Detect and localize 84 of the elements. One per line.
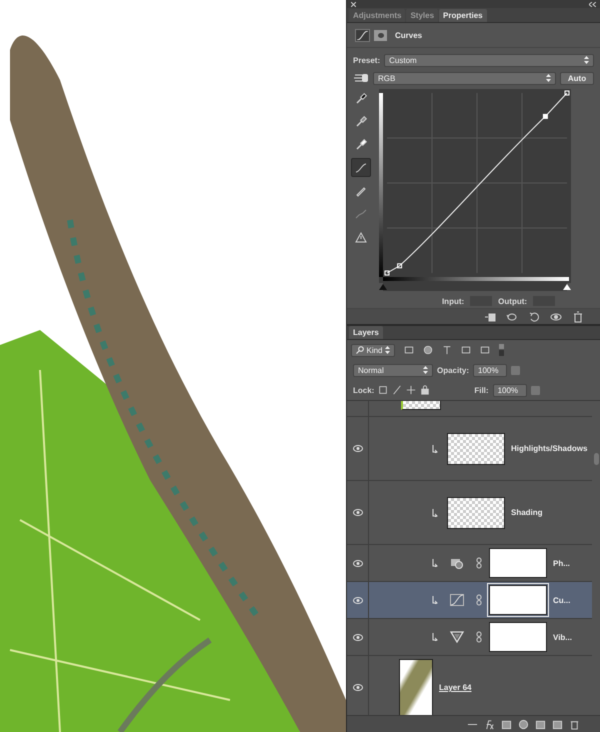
eye-refresh-icon[interactable] xyxy=(506,310,518,322)
output-label: Output: xyxy=(498,296,528,306)
triangle-icon xyxy=(450,631,464,643)
preset-label: Preset: xyxy=(353,56,380,64)
stepper-icon xyxy=(423,366,428,374)
smart-object-icon[interactable] xyxy=(480,345,490,355)
tool-button[interactable] xyxy=(351,158,371,177)
trash-icon[interactable] xyxy=(569,718,580,730)
type-icon[interactable] xyxy=(442,345,452,355)
layer-name[interactable]: Highlights/Shadows xyxy=(511,444,588,453)
brush-icon[interactable] xyxy=(392,385,402,395)
stepper-icon xyxy=(546,74,551,82)
control-point[interactable] xyxy=(542,114,548,119)
fx-icon[interactable] xyxy=(484,718,495,730)
fill-label: Fill: xyxy=(474,386,489,394)
control-point[interactable] xyxy=(564,90,570,96)
preset-dropdown[interactable]: Custom xyxy=(384,54,594,66)
layer-mask-thumbnail[interactable] xyxy=(489,585,547,615)
eye-icon[interactable] xyxy=(352,445,362,452)
layer-name[interactable]: Layer 64 xyxy=(439,683,472,692)
layer-row[interactable]: Vib... xyxy=(347,619,592,656)
camera-icon xyxy=(450,557,464,569)
opacity-field[interactable]: 100% xyxy=(473,364,508,376)
layer-name[interactable]: Vib... xyxy=(553,632,572,642)
eyedropper-icon[interactable] xyxy=(355,138,367,150)
layer-row[interactable]: Cu... xyxy=(347,582,592,619)
lock-label: Lock: xyxy=(353,386,374,394)
trash-icon[interactable] xyxy=(572,310,584,322)
layer-thumbnail xyxy=(447,432,505,464)
panel-tab[interactable]: Properties xyxy=(439,9,487,22)
panel-tab[interactable]: Styles xyxy=(406,9,438,22)
panel-title: Curves xyxy=(395,30,422,40)
fill-field[interactable]: 100% xyxy=(492,384,527,396)
eye-icon[interactable] xyxy=(352,634,362,640)
checker-icon[interactable] xyxy=(378,385,388,395)
opacity-label: Opacity: xyxy=(437,366,470,374)
layer-row[interactable] xyxy=(347,401,592,417)
eye-icon[interactable] xyxy=(352,596,362,604)
panel-tab[interactable]: Adjustments xyxy=(349,9,406,22)
blend-mode-dropdown[interactable]: Normal xyxy=(353,364,433,376)
control-point[interactable] xyxy=(397,263,402,268)
auto-button[interactable]: Auto xyxy=(560,72,594,84)
layer-name[interactable]: Ph... xyxy=(553,558,570,568)
eye-icon[interactable] xyxy=(352,684,362,691)
image-icon[interactable] xyxy=(404,345,414,355)
filter-dropdown[interactable]: Kind xyxy=(351,344,395,356)
layer-thumbnail xyxy=(401,401,441,410)
pencil-icon[interactable] xyxy=(355,184,367,196)
search-icon xyxy=(356,346,364,354)
curves-icon xyxy=(355,28,370,42)
stepper-icon xyxy=(384,346,390,354)
curves-icon xyxy=(450,594,464,606)
layer-mask-thumbnail[interactable] xyxy=(489,548,547,578)
layer-name[interactable]: Cu... xyxy=(553,596,570,604)
collapse-icon[interactable] xyxy=(589,2,596,6)
eye-icon[interactable] xyxy=(352,560,362,566)
layer-mask-thumbnail[interactable] xyxy=(489,622,547,652)
bark-thumbnail xyxy=(399,658,433,715)
toggle-icon[interactable] xyxy=(499,344,504,356)
warning-icon[interactable] xyxy=(355,230,367,242)
clip-icon[interactable] xyxy=(484,310,496,322)
eyedropper-icon[interactable] xyxy=(355,92,367,104)
layer-row[interactable]: Shading xyxy=(347,481,592,545)
control-point[interactable] xyxy=(384,270,390,276)
shape-icon[interactable] xyxy=(461,345,471,355)
close-icon[interactable] xyxy=(351,2,356,6)
stepper-icon xyxy=(584,56,589,64)
layer-name[interactable]: Shading xyxy=(511,508,543,517)
adjustment-icon[interactable] xyxy=(518,718,529,730)
layer-row[interactable]: Ph... xyxy=(347,545,592,582)
layer-thumbnail xyxy=(447,496,505,528)
channel-dropdown[interactable]: RGB xyxy=(373,72,556,84)
eye-icon[interactable] xyxy=(550,310,562,322)
layer-row[interactable]: Highlights/Shadows xyxy=(347,417,592,481)
scrollbar-thumb[interactable] xyxy=(594,453,599,465)
undo-icon[interactable] xyxy=(528,310,540,322)
eye-icon[interactable] xyxy=(352,509,362,516)
curve-icon[interactable] xyxy=(355,162,367,174)
lock-icon[interactable] xyxy=(420,385,430,395)
circle-icon[interactable] xyxy=(423,345,433,355)
move-icon[interactable] xyxy=(406,385,416,395)
input-label: Input: xyxy=(442,296,464,306)
panel-tab[interactable]: Layers xyxy=(349,326,383,339)
hand-icon[interactable] xyxy=(353,72,369,84)
